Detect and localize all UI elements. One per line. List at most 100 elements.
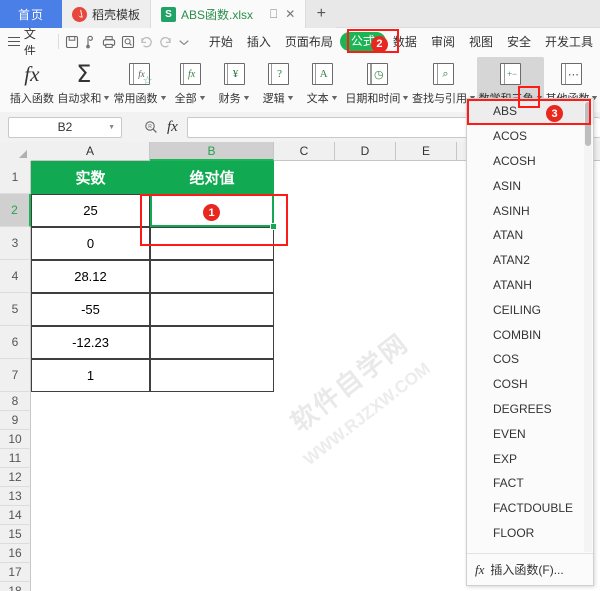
- cell-B6[interactable]: [150, 326, 274, 359]
- row-header-1[interactable]: 1: [0, 161, 31, 194]
- print-preview-icon[interactable]: [81, 32, 100, 51]
- row-header-6[interactable]: 6: [0, 326, 31, 359]
- ribbon-tab-page-layout[interactable]: 页面布局: [278, 29, 340, 55]
- undo-icon[interactable]: [138, 32, 157, 51]
- dropdown-item-combin[interactable]: COMBIN: [467, 322, 593, 347]
- ribbon-tab-data[interactable]: 数据: [386, 29, 424, 55]
- tab-abs-xlsx[interactable]: S ABS函数.xlsx ⎕ ✕: [151, 0, 307, 28]
- row-header-7[interactable]: 7: [0, 359, 31, 392]
- redo-icon[interactable]: [156, 32, 175, 51]
- ribbon-autosum-label: 自动求和 ▼: [57, 93, 112, 105]
- ribbon-insert-function[interactable]: fx 插入函数: [8, 57, 56, 106]
- ribbon-tab-insert[interactable]: 插入: [240, 29, 278, 55]
- dropdown-insert-function[interactable]: fx 插入函数(F)...: [467, 553, 593, 585]
- magnifier-icon[interactable]: R: [144, 120, 158, 134]
- formula-fx-button[interactable]: fx: [167, 119, 178, 136]
- row-header-17[interactable]: 17: [0, 563, 31, 582]
- ribbon-logical-label: 逻辑 ▼: [262, 93, 295, 105]
- dropdown-item-degrees[interactable]: DEGREES: [467, 397, 593, 422]
- row-header-14[interactable]: 14: [0, 506, 31, 525]
- fill-handle[interactable]: [270, 223, 277, 230]
- column-header-A[interactable]: A: [31, 142, 150, 161]
- dropdown-item-floor[interactable]: FLOOR: [467, 521, 593, 546]
- ribbon-tab-start[interactable]: 开始: [202, 29, 240, 55]
- dropdown-item-exp[interactable]: EXP: [467, 446, 593, 471]
- cell-A3[interactable]: 0: [31, 227, 150, 260]
- column-header-D[interactable]: D: [335, 142, 396, 161]
- dropdown-item-even[interactable]: EVEN: [467, 421, 593, 446]
- cell-A5[interactable]: -55: [31, 293, 150, 326]
- cell-A6[interactable]: -12.23: [31, 326, 150, 359]
- file-menu-button[interactable]: 文件: [0, 25, 54, 59]
- name-box-value: B2: [57, 120, 73, 134]
- dropdown-item-acos[interactable]: ACOS: [467, 124, 593, 149]
- row-header-4[interactable]: 4: [0, 260, 31, 293]
- ribbon-logical[interactable]: ? 逻辑 ▼: [256, 57, 300, 106]
- close-icon[interactable]: ✕: [285, 7, 295, 21]
- dropdown-item-fact[interactable]: FACT: [467, 471, 593, 496]
- chevron-down-icon: ▼: [197, 94, 207, 102]
- row-header-16[interactable]: 16: [0, 544, 31, 563]
- dropdown-item-acosh[interactable]: ACOSH: [467, 149, 593, 174]
- ribbon-text[interactable]: A 文本 ▼: [300, 57, 344, 106]
- row-header-3[interactable]: 3: [0, 227, 31, 260]
- cell-B7[interactable]: [150, 359, 274, 392]
- row-header-13[interactable]: 13: [0, 487, 31, 506]
- select-all-corner[interactable]: [0, 142, 32, 162]
- row-header-15[interactable]: 15: [0, 525, 31, 544]
- dropdown-item-atanh[interactable]: ATANH: [467, 273, 593, 298]
- autosum-icon: Σ: [76, 60, 92, 88]
- column-header-E[interactable]: E: [396, 142, 457, 161]
- row-header-18[interactable]: 18: [0, 582, 31, 591]
- ribbon-common-functions[interactable]: fx ☆ 常用函数 ▼: [112, 57, 168, 106]
- customize-icon[interactable]: [175, 32, 194, 51]
- ribbon-datetime[interactable]: ◷ 日期和时间 ▼: [344, 57, 411, 106]
- ribbon-tab-view[interactable]: 视图: [462, 29, 500, 55]
- dropdown-item-ceiling[interactable]: CEILING: [467, 297, 593, 322]
- row-header-9[interactable]: 9: [0, 411, 31, 430]
- row-header-2[interactable]: 2: [0, 194, 31, 227]
- restore-icon[interactable]: ⎕: [270, 7, 277, 22]
- find-icon[interactable]: [119, 32, 138, 51]
- dropdown-item-cos[interactable]: COS: [467, 347, 593, 372]
- new-tab-label: +: [316, 5, 326, 22]
- dropdown-scrollbar[interactable]: [584, 100, 592, 552]
- ribbon-tab-review[interactable]: 审阅: [424, 29, 462, 55]
- row-header-5[interactable]: 5: [0, 293, 31, 326]
- dropdown-item-gcd[interactable]: GCD: [467, 545, 593, 553]
- cell-B1[interactable]: 绝对值: [150, 161, 274, 194]
- cell-B5[interactable]: [150, 293, 274, 326]
- dropdown-item-abs[interactable]: ABS: [467, 99, 593, 124]
- dropdown-item-factdouble[interactable]: FACTDOUBLE: [467, 496, 593, 521]
- cell-A1[interactable]: 实数: [31, 161, 150, 194]
- dropdown-scrollbar-thumb[interactable]: [585, 102, 591, 146]
- cell-A4[interactable]: 28.12: [31, 260, 150, 293]
- dropdown-item-asin[interactable]: ASIN: [467, 173, 593, 198]
- dropdown-item-atan[interactable]: ATAN: [467, 223, 593, 248]
- new-tab-button[interactable]: +: [306, 0, 336, 28]
- tab-docer-template[interactable]: 稻壳模板: [62, 0, 152, 28]
- ribbon-autosum[interactable]: Σ 自动求和 ▼: [56, 57, 112, 106]
- column-header-C[interactable]: C: [274, 142, 335, 161]
- dropdown-item-atan2[interactable]: ATAN2: [467, 248, 593, 273]
- row-header-8[interactable]: 8: [0, 392, 31, 411]
- dropdown-item-cosh[interactable]: COSH: [467, 372, 593, 397]
- dropdown-item-asinh[interactable]: ASINH: [467, 198, 593, 223]
- row-header-12[interactable]: 12: [0, 468, 31, 487]
- chevron-down-icon[interactable]: ▼: [108, 124, 115, 131]
- name-box[interactable]: B2 ▼: [8, 116, 122, 138]
- ribbon-tab-security[interactable]: 安全: [500, 29, 538, 55]
- save-icon[interactable]: [63, 32, 82, 51]
- common-functions-icon: fx ☆: [129, 59, 152, 89]
- cell-B4[interactable]: [150, 260, 274, 293]
- row-header-11[interactable]: 11: [0, 449, 31, 468]
- cell-A2[interactable]: 25: [31, 194, 150, 227]
- cell-A7[interactable]: 1: [31, 359, 150, 392]
- row-header-10[interactable]: 10: [0, 430, 31, 449]
- ribbon-tab-developer[interactable]: 开发工具: [538, 29, 600, 55]
- ribbon-financial[interactable]: ¥ 财务 ▼: [212, 57, 256, 106]
- print-icon[interactable]: [100, 32, 119, 51]
- cell-B3[interactable]: [150, 227, 274, 260]
- column-header-B[interactable]: B: [150, 142, 274, 161]
- ribbon-all-functions[interactable]: fx 全部 ▼: [168, 57, 212, 106]
